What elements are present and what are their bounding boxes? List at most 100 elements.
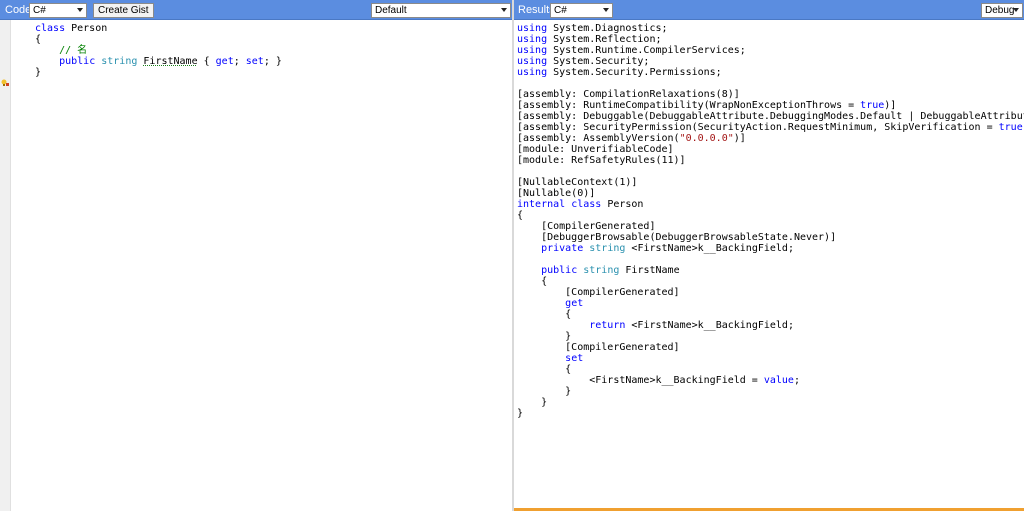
code-language-select[interactable]: C#: [29, 3, 87, 18]
code-token: set: [245, 56, 264, 67]
code-line: using System.Runtime.CompilerServices;: [517, 45, 1024, 56]
code-line: <FirstName>k__BackingField = value;: [517, 375, 1024, 386]
code-token: using: [517, 34, 554, 45]
code-mode-value: Default: [375, 5, 407, 16]
code-pane: Code C# Create Gist Default class Person…: [0, 0, 512, 511]
code-token: [NullableContext(1)]: [517, 177, 638, 188]
code-token: System.Diagnostics;: [553, 23, 668, 34]
code-line: }: [517, 397, 1024, 408]
code-line: [CompilerGenerated]: [517, 342, 1024, 353]
code-token: [assembly: SecurityPermission(SecurityAc…: [517, 122, 999, 133]
code-token: ;: [793, 375, 800, 386]
code-line: // 名: [35, 45, 282, 56]
code-token: Person: [607, 199, 644, 210]
code-line: [assembly: AssemblyVersion("0.0.0.0")]: [517, 133, 1024, 144]
code-token: )]: [733, 133, 746, 144]
code-token: [assembly: RuntimeCompatibility(WrapNonE…: [517, 100, 861, 111]
code-line: [CompilerGenerated]: [517, 287, 1024, 298]
code-token: "0.0.0.0": [679, 133, 734, 144]
code-token: {: [517, 210, 524, 221]
code-token: public: [59, 56, 102, 67]
editor-gutter: [0, 20, 11, 511]
code-token: )]: [884, 100, 897, 111]
code-line: {: [517, 364, 1024, 375]
code-token: }: [35, 67, 42, 78]
code-token: FirstName: [143, 56, 198, 67]
code-token: Person: [71, 23, 108, 34]
chevron-down-icon: [1013, 8, 1019, 12]
code-mode-select[interactable]: Default: [371, 3, 511, 18]
code-token: private: [541, 243, 590, 254]
code-token: System.Security.Permissions;: [553, 67, 722, 78]
code-token: class: [35, 23, 72, 34]
code-line: {: [517, 276, 1024, 287]
build-config-select[interactable]: Debug: [981, 3, 1023, 18]
code-line: [assembly: SecurityPermission(SecurityAc…: [517, 122, 1024, 133]
code-language-value: C#: [33, 5, 46, 16]
code-token: internal: [517, 199, 572, 210]
code-line: public string FirstName { get; set; }: [35, 56, 282, 67]
code-token: System.Security;: [553, 56, 650, 67]
create-gist-button[interactable]: Create Gist: [93, 3, 154, 18]
code-token: [CompilerGenerated]: [517, 221, 656, 232]
code-token: true: [998, 122, 1023, 133]
code-token: {: [517, 309, 572, 320]
code-toolbar: Code C# Create Gist Default: [0, 0, 512, 20]
code-line: internal class Person: [517, 199, 1024, 210]
code-line: private string <FirstName>k__BackingFiel…: [517, 243, 1024, 254]
warning-lightbulb-icon[interactable]: [1, 79, 9, 87]
code-pane-title: Code: [5, 4, 32, 16]
code-editor[interactable]: class Person{ // 名 public string FirstNa…: [35, 23, 282, 78]
code-token: }: [517, 397, 548, 408]
code-token: string: [101, 56, 144, 67]
code-token: System.Reflection;: [553, 34, 662, 45]
code-line: }: [517, 386, 1024, 397]
code-token: ;: [233, 56, 246, 67]
code-line: get: [517, 298, 1024, 309]
code-line: class Person: [35, 23, 282, 34]
code-token: [DebuggerBrowsable(DebuggerBrowsableStat…: [517, 232, 837, 243]
code-token: public: [541, 265, 584, 276]
code-token: using: [517, 56, 554, 67]
code-token: }: [517, 331, 572, 342]
code-line: {: [517, 210, 1024, 221]
code-token: return: [589, 320, 632, 331]
code-line: using System.Security;: [517, 56, 1024, 67]
code-line: }: [35, 67, 282, 78]
code-line: [CompilerGenerated]: [517, 221, 1024, 232]
code-token: [Nullable(0)]: [517, 188, 596, 199]
code-token: // 名: [35, 45, 88, 56]
code-token: get: [565, 298, 584, 309]
code-line: [assembly: RuntimeCompatibility(WrapNonE…: [517, 100, 1024, 111]
code-line: }: [517, 408, 1024, 419]
code-token: {: [517, 276, 548, 287]
code-line: {: [517, 309, 1024, 320]
code-token: [assembly: Debuggable(DebuggableAttribut…: [517, 111, 1024, 122]
code-token: true: [860, 100, 885, 111]
code-token: using: [517, 23, 554, 34]
code-line: set: [517, 353, 1024, 364]
code-token: [assembly: CompilationRelaxations(8)]: [517, 89, 740, 100]
code-line: }: [517, 331, 1024, 342]
decompiled-output: using System.Diagnostics; using System.Re…: [517, 23, 1024, 419]
code-line: using System.Diagnostics;: [517, 23, 1024, 34]
code-line: [Nullable(0)]: [517, 188, 1024, 199]
code-line: using System.Security.Permissions;: [517, 67, 1024, 78]
results-pane: Results C# Debug using System.Diagnostic…: [514, 0, 1024, 511]
code-token: }: [517, 408, 524, 419]
code-token: {: [517, 364, 572, 375]
code-token: [module: UnverifiableCode]: [517, 144, 674, 155]
code-token: using: [517, 67, 554, 78]
code-token: string: [583, 265, 626, 276]
code-token: string: [589, 243, 632, 254]
results-language-select[interactable]: C#: [550, 3, 613, 18]
chevron-down-icon: [501, 8, 507, 12]
